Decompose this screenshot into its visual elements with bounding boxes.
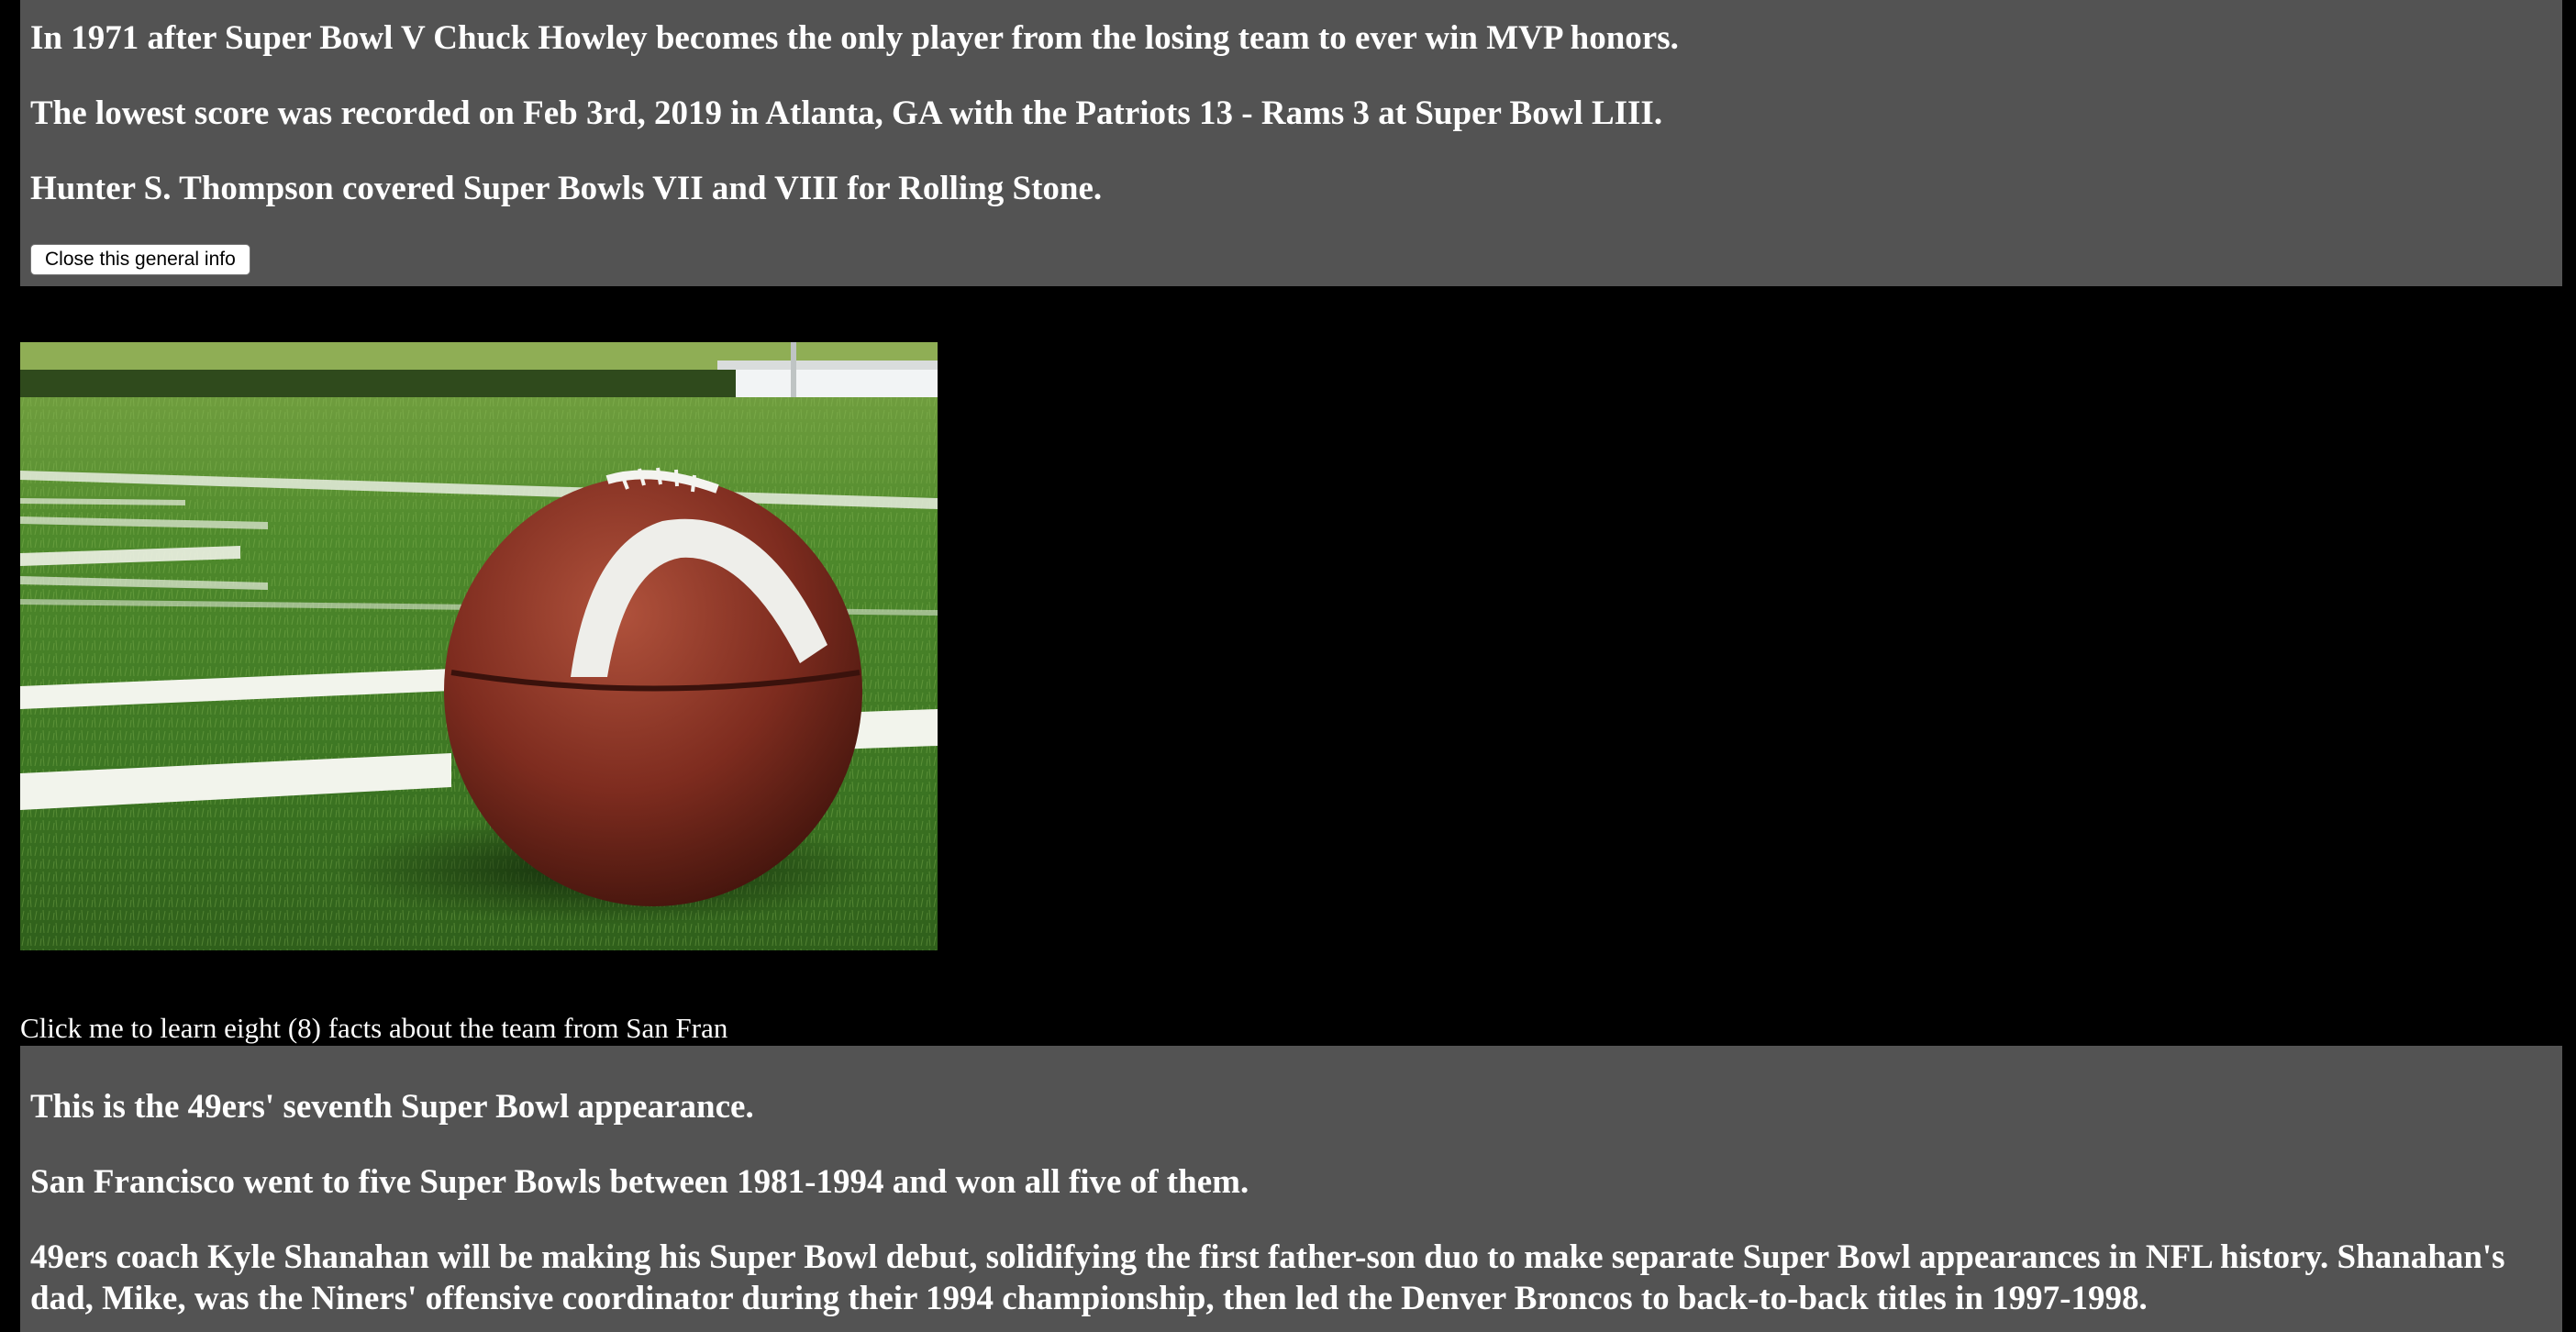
close-general-info-button[interactable]: Close this general info xyxy=(30,244,250,275)
football-photo xyxy=(20,342,938,950)
general-fact: In 1971 after Super Bowl V Chuck Howley … xyxy=(30,19,1679,57)
team-facts-toggle[interactable]: Click me to learn eight (8) facts about … xyxy=(20,1011,727,1046)
general-fact: The lowest score was recorded on Feb 3rd… xyxy=(30,94,1663,132)
team-fact: San Francisco went to five Super Bowls b… xyxy=(30,1163,1249,1201)
general-fact: Hunter S. Thompson covered Super Bowls V… xyxy=(30,170,1103,207)
team-fact: 49ers coach Kyle Shanahan will be making… xyxy=(30,1238,2505,1317)
team-info-panel: This is the 49ers' seventh Super Bowl ap… xyxy=(20,1046,2562,1332)
general-info-panel: In 1971 after Super Bowl V Chuck Howley … xyxy=(20,0,2562,286)
team-fact: This is the 49ers' seventh Super Bowl ap… xyxy=(30,1088,754,1126)
